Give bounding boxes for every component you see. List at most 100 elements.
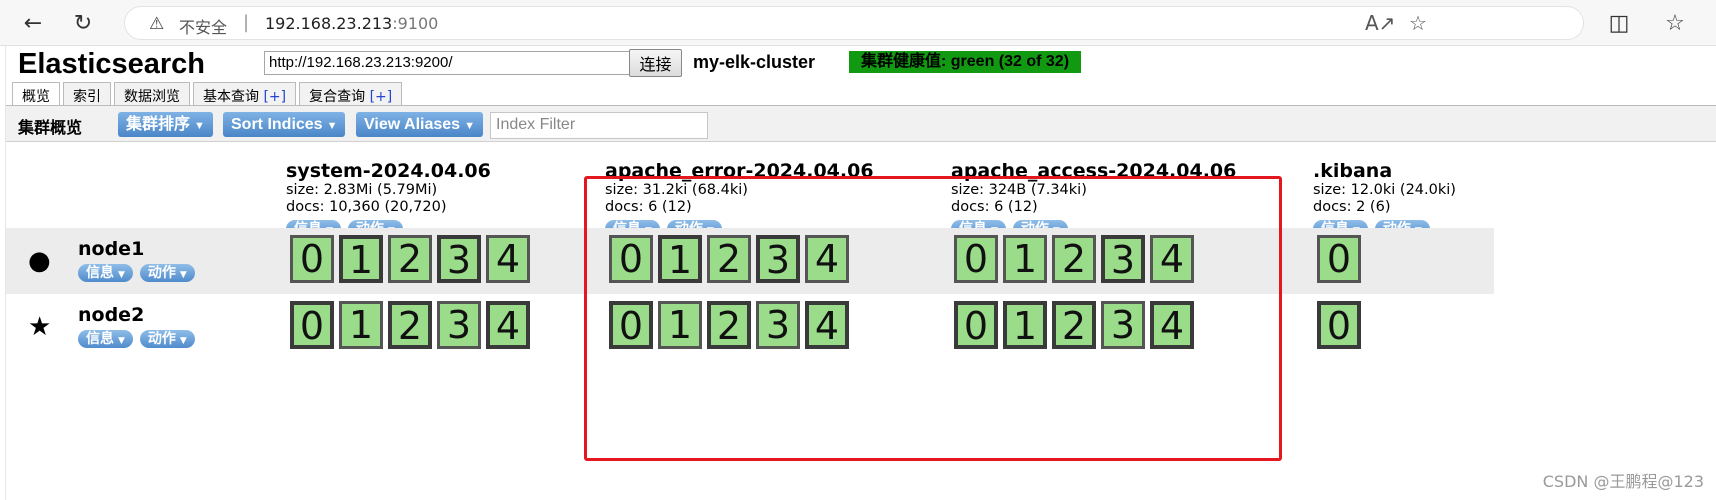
shard[interactable]: 4 (805, 235, 849, 283)
shard[interactable]: 0 (954, 235, 998, 283)
address-bar[interactable]: ⚠ 不安全 | 192.168.23.213:9100 A↗ ☆ (124, 6, 1584, 40)
shard-group: 0 1 2 3 4 (609, 235, 849, 283)
warning-icon: ⚠ (149, 14, 165, 34)
watermark: CSDN @王鹏程@123 (1542, 472, 1704, 491)
shard[interactable]: 2 (707, 235, 751, 283)
shard-primary[interactable]: 0 (1317, 301, 1361, 349)
index-docs: docs: 6 (12) (605, 199, 692, 215)
shard[interactable]: 1 (658, 301, 702, 349)
tab-browser[interactable]: 数据浏览 (114, 82, 190, 106)
shard[interactable]: 0 (1317, 235, 1361, 283)
shard-primary[interactable]: 0 (290, 301, 334, 349)
index-name: .kibana (1313, 160, 1393, 182)
index-size: size: 12.0ki (24.0ki) (1313, 182, 1456, 198)
shard-group: 0 1 2 3 4 (954, 301, 1194, 349)
favorite-star-icon[interactable]: ☆ (1409, 11, 1427, 35)
shard[interactable]: 1 (339, 301, 383, 349)
shard[interactable]: 4 (486, 235, 530, 283)
index-docs: docs: 2 (6) (1313, 199, 1391, 215)
shard-group: 0 1 2 3 4 (290, 235, 530, 283)
shard-primary[interactable]: 2 (707, 301, 751, 349)
shard-primary[interactable]: 4 (486, 301, 530, 349)
favorites-icon[interactable]: ☆ (1660, 8, 1690, 38)
tab-overview[interactable]: 概览 (12, 82, 60, 106)
index-docs: docs: 10,360 (20,720) (286, 199, 447, 215)
index-header-apache-error: apache_error-2024.04.06 size: 31.2ki (68… (605, 160, 874, 238)
shard[interactable]: 1 (1003, 235, 1047, 283)
tab-compound-query[interactable]: 复合查询 [+] (299, 82, 403, 106)
shard-group: 0 (1317, 235, 1361, 283)
index-filter-input[interactable]: Index Filter (490, 112, 708, 139)
url-text[interactable]: 192.168.23.213:9100 (265, 14, 438, 33)
node-info-button[interactable]: 信息 ▼ (78, 330, 133, 348)
node-action-button[interactable]: 动作 ▼ (139, 264, 195, 282)
shard-group: 0 (1317, 301, 1361, 349)
index-name: system-2024.04.06 (286, 160, 491, 182)
shard[interactable]: 0 (290, 235, 334, 283)
chevron-down-icon: ▼ (464, 120, 475, 132)
shard[interactable]: 3 (756, 301, 800, 349)
node-name: node1 (78, 238, 145, 260)
shard[interactable]: 0 (609, 235, 653, 283)
reload-icon[interactable]: ↻ (68, 8, 98, 38)
index-size: size: 324B (7.34ki) (951, 182, 1087, 198)
sort-indices-dropdown[interactable]: Sort Indices ▼ (223, 112, 346, 137)
index-header-apache-access: apache_access-2024.04.06 size: 324B (7.3… (951, 160, 1236, 238)
chevron-down-icon: ▼ (326, 120, 338, 132)
index-name: apache_access-2024.04.06 (951, 160, 1237, 182)
node-star-icon: ★ (28, 312, 52, 342)
back-icon[interactable]: ← (18, 8, 48, 38)
insecure-label: 不安全 (179, 18, 228, 37)
shard-primary[interactable]: 3 (1101, 235, 1145, 283)
node-info-button[interactable]: 信息 ▼ (78, 264, 133, 282)
overview-toolbar: 集群概览 集群排序 ▼ Sort Indices ▼ View Aliases ▼ I… (6, 106, 1716, 142)
split-screen-icon[interactable]: ◫ (1604, 8, 1634, 38)
shard-primary[interactable]: 1 (1003, 301, 1047, 349)
cluster-sort-dropdown[interactable]: 集群排序 ▼ (118, 112, 213, 137)
shard-primary[interactable]: 0 (609, 301, 653, 349)
shard-primary[interactable]: 1 (658, 235, 702, 283)
index-header-kibana: .kibana size: 12.0ki (24.0ki) docs: 2 (6… (1313, 160, 1456, 238)
master-node-circle-icon: ● (28, 246, 51, 276)
shard-primary[interactable]: 0 (954, 301, 998, 349)
shard-primary[interactable]: 4 (805, 301, 849, 349)
overview-title: 集群概览 (18, 118, 83, 137)
index-name: apache_error-2024.04.06 (605, 160, 874, 182)
shard[interactable]: 2 (1052, 235, 1096, 283)
app-title: Elasticsearch (18, 48, 206, 80)
connect-button[interactable]: 连接 (629, 49, 682, 77)
header: Elasticsearch http://192.168.23.213:9200… (6, 46, 1716, 86)
shard-group: 0 1 2 3 4 (290, 301, 530, 349)
chevron-down-icon: ▼ (194, 120, 205, 132)
node-row-node1: ● node1 信息 ▼ 动作 ▼ 0 1 2 3 4 0 1 2 3 4 0 1 2… (6, 228, 1494, 294)
connect-url-input[interactable]: http://192.168.23.213:9200/ (264, 51, 630, 75)
shard-primary[interactable]: 3 (437, 235, 481, 283)
node-name: node2 (78, 304, 145, 326)
shard-primary[interactable]: 2 (1052, 301, 1096, 349)
tab-indices[interactable]: 索引 (63, 82, 111, 106)
browser-toolbar: ← ↻ ⚠ 不安全 | 192.168.23.213:9100 A↗ ☆ ◫ ☆ (0, 0, 1716, 46)
shard[interactable]: 4 (1150, 235, 1194, 283)
cluster-name: my-elk-cluster (693, 52, 816, 72)
shard-group: 0 1 2 3 4 (609, 301, 849, 349)
view-aliases-dropdown[interactable]: View Aliases ▼ (356, 112, 483, 137)
main-tabs: 概览 索引 数据浏览 基本查询 [+] 复合查询 [+] (12, 82, 403, 106)
node-row-node2: ★ node2 信息 ▼ 动作 ▼ 0 1 2 3 4 0 1 2 3 4 0 1 2… (6, 294, 1494, 360)
tab-basic-query[interactable]: 基本查询 [+] (193, 82, 297, 106)
index-size: size: 2.83Mi (5.79Mi) (286, 182, 438, 198)
node-action-button[interactable]: 动作 ▼ (139, 330, 195, 348)
cluster-health-badge: 集群健康值: green (32 of 32) (849, 51, 1082, 73)
shard[interactable]: 3 (1101, 301, 1145, 349)
shard[interactable]: 3 (437, 301, 481, 349)
shard-primary[interactable]: 2 (388, 301, 432, 349)
shard-primary[interactable]: 1 (339, 235, 383, 283)
shard-primary[interactable]: 3 (756, 235, 800, 283)
index-size: size: 31.2ki (68.4ki) (605, 182, 748, 198)
index-docs: docs: 6 (12) (951, 199, 1038, 215)
elasticsearch-head-page: Elasticsearch http://192.168.23.213:9200… (5, 46, 1716, 500)
shard-primary[interactable]: 4 (1150, 301, 1194, 349)
shard[interactable]: 2 (388, 235, 432, 283)
address-separator: | (243, 12, 250, 33)
index-header-system: system-2024.04.06 size: 2.83Mi (5.79Mi) … (286, 160, 491, 238)
read-aloud-icon[interactable]: A↗ (1365, 11, 1395, 35)
